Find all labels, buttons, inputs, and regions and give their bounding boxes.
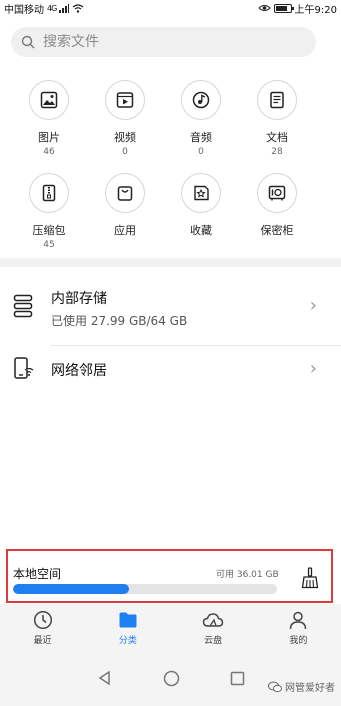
carrier-label: 中国移动 <box>4 4 44 16</box>
local-space-panel[interactable]: 本地空间 可用 36.01 GB <box>6 549 333 603</box>
list-item-subtitle: 已使用 27.99 GB/64 GB <box>51 314 188 328</box>
folder-icon <box>119 612 137 628</box>
image-icon <box>40 91 58 109</box>
safe-icon <box>268 185 286 201</box>
category-documents[interactable]: 文档 28 <box>239 80 315 157</box>
video-icon <box>116 92 134 108</box>
category-label: 音频 <box>190 131 212 144</box>
eye-comfort-icon <box>257 5 271 11</box>
home-circle-icon[interactable] <box>163 670 180 687</box>
search-bar[interactable] <box>11 27 316 57</box>
network-type: 4G <box>47 3 57 13</box>
list-item-title: 内部存储 <box>51 291 107 307</box>
chevron-right-icon: › <box>309 295 317 316</box>
tab-label: 最近 <box>33 636 52 646</box>
category-count: 46 <box>43 147 55 157</box>
back-triangle-icon[interactable] <box>97 670 113 686</box>
category-label: 应用 <box>114 224 136 237</box>
bottom-tab-bar: 最近 分类 云盘 我的 <box>0 604 341 650</box>
document-icon <box>270 91 284 109</box>
clock-time: 上午9:20 <box>294 4 337 16</box>
watermark: 网管爱好者 <box>268 679 335 694</box>
recents-square-icon[interactable] <box>230 671 245 686</box>
category-label: 保密柜 <box>260 224 294 237</box>
favorite-icon <box>194 185 209 201</box>
category-count: 28 <box>271 147 283 157</box>
archive-icon <box>42 184 56 202</box>
system-nav-bar: 网管爱好者 <box>0 650 341 706</box>
category-archives[interactable]: 压缩包 45 <box>11 173 87 250</box>
battery-icon <box>273 3 294 13</box>
category-count: 45 <box>43 240 55 250</box>
broom-icon[interactable] <box>301 567 319 589</box>
category-favorites[interactable]: 收藏 <box>163 173 239 238</box>
local-space-available: 可用 36.01 GB <box>216 570 279 580</box>
wechat-icon <box>268 681 282 692</box>
storage-progress-fill <box>13 584 129 594</box>
audio-icon <box>192 91 210 109</box>
category-apps[interactable]: 应用 <box>87 173 163 238</box>
category-audio[interactable]: 音频 0 <box>163 80 239 157</box>
category-label: 图片 <box>38 131 60 144</box>
list-item-title: 网络邻居 <box>51 363 107 379</box>
category-label: 压缩包 <box>32 224 66 237</box>
category-videos[interactable]: 视频 0 <box>87 80 163 157</box>
chevron-right-icon: › <box>309 358 317 379</box>
watermark-text: 网管爱好者 <box>285 683 335 694</box>
category-count: 0 <box>198 147 204 157</box>
wifi-icon <box>72 3 84 13</box>
category-label: 收藏 <box>190 224 212 237</box>
category-label: 视频 <box>114 131 136 144</box>
tab-recent[interactable]: 最近 <box>0 604 85 650</box>
list-item-internal-storage[interactable]: 内部存储 已使用 27.99 GB/64 GB › <box>0 280 341 340</box>
local-space-title: 本地空间 <box>13 567 62 581</box>
clock-icon <box>33 610 52 630</box>
list-item-network-neighbor[interactable]: 网络邻居 › <box>0 352 341 388</box>
status-bar: 中国移动 4G 上午9:20 <box>0 0 341 16</box>
search-input[interactable] <box>43 34 283 50</box>
network-neighbor-icon <box>14 357 34 379</box>
storage-icon <box>13 294 33 318</box>
list-separator <box>51 345 341 346</box>
person-icon <box>290 611 307 630</box>
category-count: 0 <box>122 147 128 157</box>
search-icon <box>21 35 35 49</box>
tab-label: 我的 <box>289 636 308 646</box>
category-images[interactable]: 图片 46 <box>11 80 87 157</box>
category-safe[interactable]: 保密柜 <box>239 173 315 238</box>
signal-icon <box>59 3 70 13</box>
tab-mine[interactable]: 我的 <box>256 604 341 650</box>
storage-progress-bar <box>13 584 277 594</box>
tab-label: 云盘 <box>204 636 223 646</box>
section-divider <box>0 258 341 267</box>
app-bag-icon <box>117 186 133 201</box>
tab-label: 分类 <box>118 636 137 646</box>
tab-categories[interactable]: 分类 <box>85 604 170 650</box>
cloud-icon <box>202 613 224 627</box>
category-label: 文档 <box>266 131 288 144</box>
tab-cloud[interactable]: 云盘 <box>171 604 256 650</box>
